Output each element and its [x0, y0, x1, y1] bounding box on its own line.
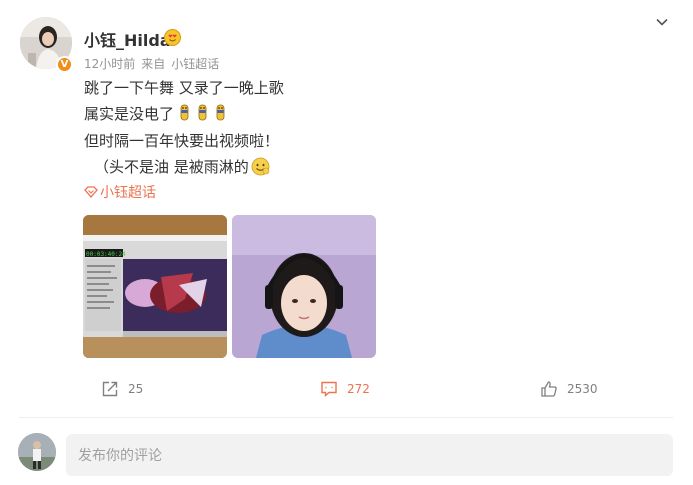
like-button[interactable]: 2530 [540, 378, 598, 400]
post-source[interactable]: 小钰超话 [171, 57, 219, 71]
battery-emoji-icon [195, 104, 210, 122]
battery-emoji-icon [213, 104, 228, 122]
smile-emoji-icon [251, 157, 270, 176]
post-text-line-4-text: （头不是油 是被雨淋的 [94, 158, 249, 176]
post-image-selfie[interactable] [232, 215, 376, 358]
heart-eyes-emoji-icon [164, 29, 181, 46]
post-text-line-3: 但时隔一百年快要出视频啦！ [84, 132, 280, 150]
comment-count: 272 [347, 382, 370, 396]
share-button[interactable]: 25 [101, 378, 143, 400]
diamond-topic-icon [84, 186, 98, 198]
comment-button[interactable]: 272 [320, 378, 370, 400]
super-topic-label: 小钰超话 [100, 185, 156, 201]
source-prefix: 来自 [141, 57, 166, 71]
post-text-line-1: 跳了一下午舞 又录了一晚上歌 [84, 79, 284, 97]
chevron-down-icon[interactable] [655, 14, 669, 28]
like-count: 2530 [567, 382, 598, 396]
username[interactable]: 小钰_Hilda [84, 27, 171, 51]
post-meta: 12小时前 来自 小钰超话 [84, 55, 225, 72]
post-time[interactable]: 12小时前 [84, 57, 135, 71]
post-image-video-editor[interactable]: 00:03:40:24 [83, 215, 227, 358]
verified-badge-icon: V [56, 56, 73, 73]
post-text-line-2-text: 属实是没电了 [84, 105, 175, 123]
share-icon [102, 381, 118, 397]
super-topic-link[interactable]: 小钰超话 [84, 182, 156, 202]
post-text-line-4: （头不是油 是被雨淋的 [94, 156, 270, 177]
thumbs-up-icon [541, 381, 557, 397]
post-text-line-2: 属实是没电了 [84, 103, 228, 124]
current-user-avatar[interactable] [18, 433, 56, 471]
battery-emoji-icon [177, 104, 192, 122]
video-timestamp: 00:03:40:24 [86, 251, 126, 258]
divider [19, 417, 673, 418]
comment-icon [321, 381, 337, 398]
share-count: 25 [128, 382, 144, 396]
comment-input[interactable] [66, 434, 673, 476]
